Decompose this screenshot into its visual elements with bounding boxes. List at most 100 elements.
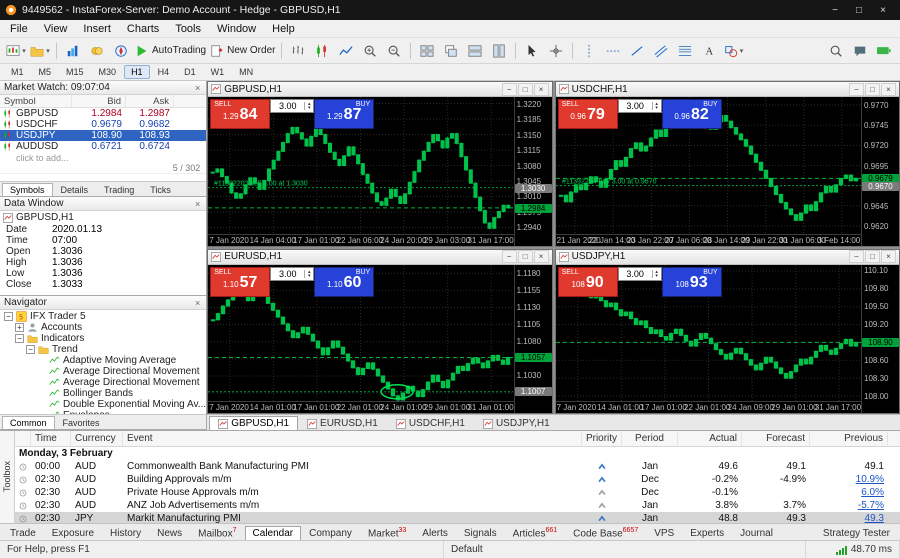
toggle-data-window-button[interactable] [86, 40, 108, 61]
tree-item-trend[interactable]: − Trend [0, 344, 206, 355]
volume-input[interactable]: 3.00 ▴ ▾ [617, 266, 662, 281]
expand-icon[interactable]: + [15, 323, 24, 332]
buy-button[interactable]: BUY 0.96 82 [661, 99, 722, 129]
vertical-line-tool-button[interactable] [578, 40, 601, 61]
volume-down-button[interactable]: ▾ [655, 106, 658, 111]
column-header-ask[interactable]: Ask [126, 95, 174, 107]
timeframe-m30[interactable]: M30 [92, 65, 124, 79]
toolbox-tab-history[interactable]: History [102, 526, 149, 540]
chart-close-button[interactable]: × [881, 82, 896, 96]
close-icon[interactable]: × [193, 83, 202, 93]
minimize-button[interactable]: − [823, 5, 847, 16]
toolbox-tab-articles[interactable]: Articles661 [505, 525, 565, 540]
chart-restore-button[interactable]: □ [865, 82, 880, 96]
toggle-market-watch-button[interactable] [62, 40, 84, 61]
tree-item-accounts[interactable]: + Accounts [0, 322, 206, 333]
chart-restore-button[interactable]: □ [865, 250, 880, 263]
sell-button[interactable]: SELL 1.10 57 [210, 266, 271, 297]
tile-windows-button[interactable] [416, 40, 439, 61]
timeframe-w1[interactable]: W1 [204, 65, 232, 79]
toolbox-vertical-tab[interactable]: Toolbox [0, 431, 15, 523]
volume-input[interactable]: 3.00 ▴ ▾ [617, 99, 662, 113]
market-watch-tab-trading[interactable]: Trading [96, 183, 142, 196]
close-icon[interactable]: × [193, 199, 202, 209]
column-header-time[interactable]: Time [31, 431, 71, 446]
buy-button[interactable]: BUY 1.29 87 [314, 99, 375, 129]
tree-item-bollinger-bands[interactable]: Bollinger Bands [0, 388, 206, 399]
tile-vertical-button[interactable] [488, 40, 511, 61]
timeframe-m5[interactable]: M5 [32, 65, 59, 79]
chart-window-titlebar[interactable]: USDCHF,H1 − □ × [555, 82, 899, 97]
collapse-icon[interactable]: − [4, 312, 13, 321]
chart-canvas[interactable]: SELL 1.10 57 3.00 ▴ ▾ BUY 1.10 60 [208, 264, 514, 401]
toolbox-tab-mailbox[interactable]: Mailbox7 [190, 525, 244, 540]
chart-canvas[interactable]: SELL 108 90 3.00 ▴ ▾ BUY 108 93 [555, 264, 861, 401]
chart-minimize-button[interactable]: − [849, 250, 864, 263]
tile-horizontal-button[interactable] [464, 40, 487, 61]
sell-button[interactable]: SELL 108 90 [557, 266, 618, 297]
timeframe-h1[interactable]: H1 [124, 65, 150, 79]
chart-canvas[interactable]: #11392204 buy 3.00 at 0.9670 SELL 0.96 79 3.… [555, 97, 861, 234]
crosshair-tool-button[interactable] [545, 40, 568, 61]
tree-item-ifx-trader-5[interactable]: −5 IFX Trader 5 [0, 311, 206, 322]
tree-item-average-directional-movement[interactable]: Average Directional Movement [0, 377, 206, 388]
market-watch-tab-ticks[interactable]: Ticks [142, 183, 179, 196]
market-watch-row[interactable]: GBPUSD 1.2984 1.2987 [0, 108, 206, 119]
market-watch-tab-details[interactable]: Details [53, 183, 97, 196]
chart-profiles-button[interactable]: ▾ [29, 40, 51, 61]
chart-canvas[interactable]: #11392203 sell 3.00 at 1.3030 SELL 1.29 84 3… [208, 97, 514, 234]
new-order-button[interactable]: New Order [209, 40, 277, 61]
buy-button[interactable]: BUY 108 93 [661, 266, 722, 297]
toolbox-tab-code-base[interactable]: Code Base6657 [565, 525, 646, 540]
timeframe-h4[interactable]: H4 [151, 65, 177, 79]
menu-help[interactable]: Help [264, 22, 303, 36]
price-scale[interactable]: 0.9770 0.9745 0.9720 0.9695 0.9670 0.9645 0.96… [861, 97, 899, 246]
price-scale[interactable]: 110.10 109.80 109.50 109.20 108.90 108.60 108.… [861, 264, 899, 413]
sell-button[interactable]: SELL 0.96 79 [557, 99, 618, 129]
chart-close-button[interactable]: × [881, 250, 896, 263]
chart-window-titlebar[interactable]: EURUSD,H1 − □ × [208, 249, 552, 265]
column-header-currency[interactable]: Currency [71, 431, 123, 446]
column-header-priority[interactable]: Priority [582, 431, 622, 446]
strategy-tester-tab[interactable]: Strategy Tester [815, 527, 898, 540]
tree-item-double-exponential-moving-av-[interactable]: Double Exponential Moving Av... [0, 399, 206, 410]
volume-down-button[interactable]: ▾ [655, 273, 658, 278]
toolbox-tab-market[interactable]: Market33 [360, 525, 414, 540]
candlestick-chart-mode-button[interactable] [311, 40, 334, 61]
column-header-symbol[interactable]: Symbol [0, 95, 72, 107]
timeframe-m15[interactable]: M15 [59, 65, 91, 79]
cursor-tool-button[interactable] [521, 40, 544, 61]
toolbox-tab-experts[interactable]: Experts [682, 526, 732, 540]
click-to-add-row[interactable]: click to add... [0, 152, 206, 163]
calendar-event-row[interactable]: 02:30 AUD ANZ Job Advertisements m/m Jan 3.8… [15, 499, 900, 512]
sell-button[interactable]: SELL 1.29 84 [210, 99, 271, 129]
chart-minimize-button[interactable]: − [849, 82, 864, 96]
column-header-previous[interactable]: Previous [810, 431, 888, 446]
time-scale[interactable]: 7 Jan 2020 14 Jan 04:00 17 Jan 01:00 22 Jan… [208, 233, 514, 246]
time-scale[interactable]: 21 Jan 2020 22 Jan 14:00 23 Jan 22:00 27 Ja… [555, 233, 861, 246]
autotrading-button[interactable]: AutoTrading [134, 40, 208, 61]
market-watch-row[interactable]: USDJPY 108.90 108.93 [0, 130, 207, 141]
column-header-forecast[interactable]: Forecast [742, 431, 810, 446]
tree-item-indicators[interactable]: − Indicators [0, 333, 206, 344]
bar-chart-mode-button[interactable] [287, 40, 310, 61]
event-previous[interactable]: -5.7% [810, 500, 888, 511]
toolbox-tab-alerts[interactable]: Alerts [414, 526, 456, 540]
time-scale[interactable]: 7 Jan 2020 14 Jan 01:00 17 Jan 01:00 22 Jan… [555, 401, 861, 413]
fibonacci-tool-button[interactable] [674, 40, 697, 61]
chart-tab-usdchf-h1[interactable]: USDCHF,H1 [387, 416, 474, 430]
market-watch-tab-symbols[interactable]: Symbols [2, 183, 53, 196]
text-tool-button[interactable]: A [698, 40, 721, 61]
chart-restore-button[interactable]: □ [517, 82, 533, 96]
volume-down-button[interactable]: ▾ [308, 106, 311, 111]
toolbox-tab-calendar[interactable]: Calendar [244, 526, 302, 540]
chart-restore-button[interactable]: □ [517, 250, 533, 263]
connection-indicator-button[interactable] [873, 40, 895, 61]
new-chart-button[interactable]: ▾ [5, 40, 27, 61]
price-scale[interactable]: 1.11801.11551.11301.11051.10801.10551.10… [513, 264, 552, 413]
column-header-period[interactable]: Period [622, 431, 678, 446]
toolbox-tab-company[interactable]: Company [301, 526, 360, 540]
menu-charts[interactable]: Charts [119, 22, 167, 36]
time-scale[interactable]: 7 Jan 2020 14 Jan 01:00 17 Jan 01:00 22 Jan… [208, 401, 514, 413]
toolbox-tab-news[interactable]: News [149, 526, 190, 540]
